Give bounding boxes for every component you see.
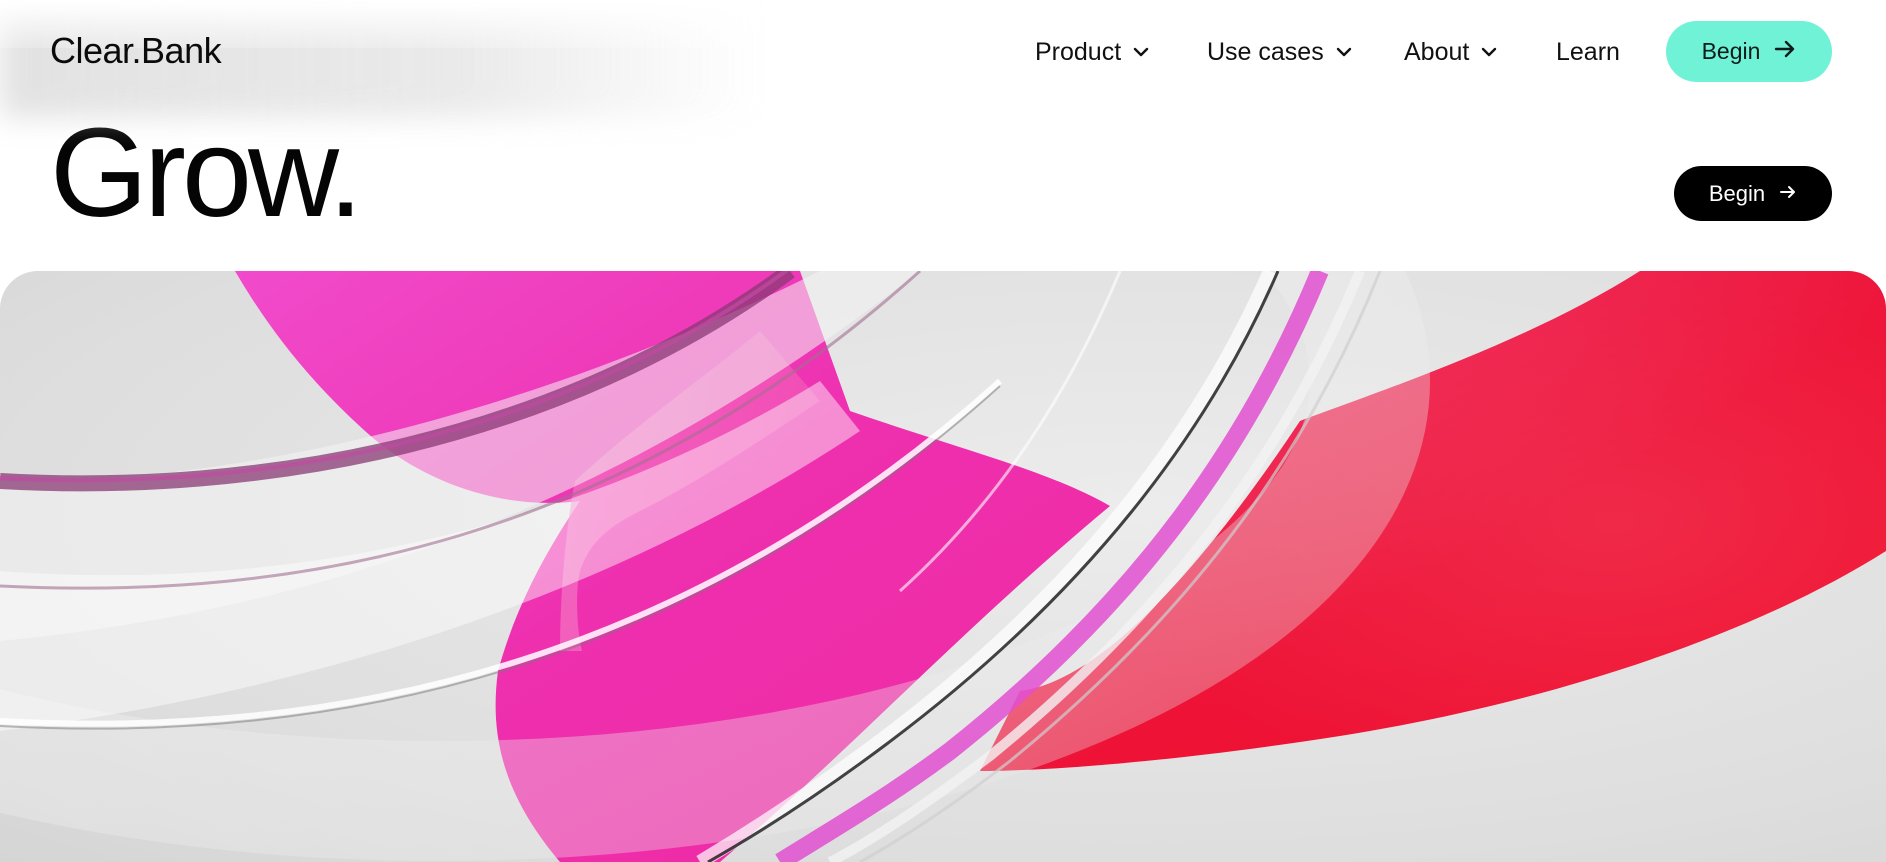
nav-item-label: Product (1035, 37, 1122, 66)
chevron-down-icon (1481, 47, 1497, 57)
page: Clear.Bank Product Use cases About Learn… (0, 0, 1886, 862)
chevron-down-icon (1133, 47, 1149, 57)
chevron-down-icon (1336, 47, 1352, 57)
header-begin-button[interactable]: Begin (1666, 21, 1832, 82)
hero-begin-button[interactable]: Begin (1674, 166, 1832, 221)
nav-item-use-cases[interactable]: Use cases (1207, 34, 1352, 70)
nav-item-label: About (1404, 37, 1470, 66)
abstract-ribbon-illustration (0, 271, 1886, 862)
begin-button-label: Begin (1701, 38, 1761, 64)
arrow-right-icon (1779, 181, 1797, 207)
nav-item-learn[interactable]: Learn (1556, 34, 1620, 70)
arrow-right-icon (1774, 38, 1796, 65)
nav-item-about[interactable]: About (1404, 34, 1497, 70)
brand-logo[interactable]: Clear.Bank (50, 30, 222, 72)
nav-item-product[interactable]: Product (1035, 34, 1149, 70)
nav-item-label: Learn (1556, 37, 1620, 66)
begin-button-label: Begin (1708, 180, 1766, 206)
nav-item-label: Use cases (1207, 37, 1324, 66)
hero-visual (0, 271, 1886, 862)
hero-headline: Grow. (50, 102, 363, 243)
site-header: Clear.Bank Product Use cases About Learn… (0, 0, 1886, 118)
